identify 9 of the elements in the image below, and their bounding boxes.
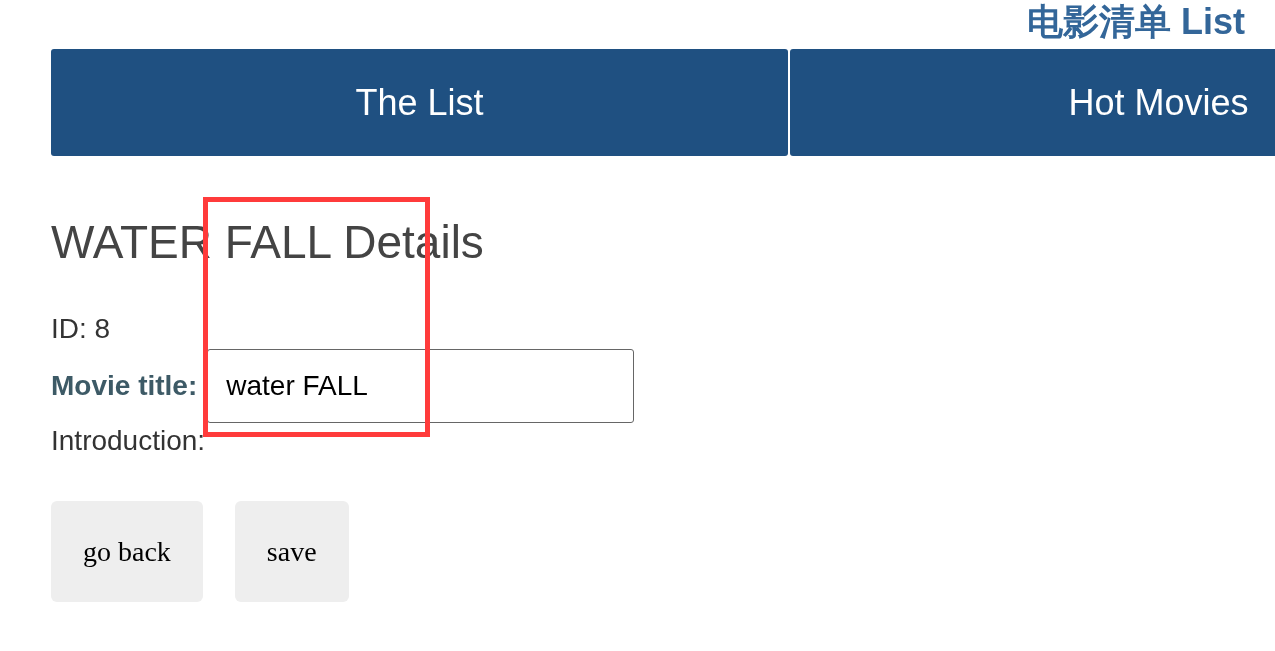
action-button[interactable]: save (234, 501, 349, 602)
title-input[interactable]: water FALL (207, 349, 635, 423)
nav-tab[interactable]: Hot Movies (790, 49, 1275, 156)
nav-tab[interactable]: The List (51, 49, 788, 156)
action-button[interactable]: go back (51, 501, 203, 602)
field-label: Movie title: (51, 370, 198, 402)
id-text: ID: 8 (51, 313, 111, 344)
introduction-label: Introduction: (51, 425, 206, 456)
app-title: 电影清单 List (1027, 0, 1245, 44)
